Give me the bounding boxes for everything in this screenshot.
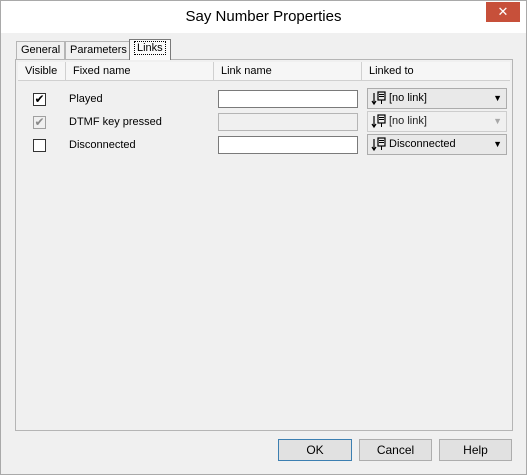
link-name-input[interactable] <box>218 90 358 108</box>
fixed-name-label: DTMF key pressed <box>69 116 162 128</box>
tab-links-label: Links <box>134 41 166 55</box>
close-icon: ✕ <box>497 4 509 19</box>
tab-parameters-label: Parameters <box>70 44 127 56</box>
table-row: ✔ DTMF key pressed [no link] ▼ <box>16 111 510 134</box>
linked-to-value: [no link] <box>389 92 427 104</box>
tab-links[interactable]: Links <box>129 39 171 60</box>
link-target-icon <box>371 91 386 106</box>
link-target-icon <box>371 137 386 152</box>
chevron-down-icon: ▼ <box>493 139 502 149</box>
column-header-visible[interactable]: Visible <box>18 62 66 81</box>
links-panel: Visible Fixed name Link name Linked to ✔… <box>15 59 513 431</box>
help-button[interactable]: Help <box>439 439 512 461</box>
linked-to-dropdown[interactable]: [no link] ▼ <box>367 88 507 109</box>
ok-button[interactable]: OK <box>278 439 352 461</box>
tab-general[interactable]: General <box>16 41 66 59</box>
link-name-input[interactable] <box>218 136 358 154</box>
visible-checkbox[interactable]: ✔ <box>33 116 46 129</box>
fixed-name-label: Played <box>69 93 103 105</box>
linked-to-value: [no link] <box>389 115 427 127</box>
close-button[interactable]: ✕ <box>486 2 520 22</box>
fixed-name-label: Disconnected <box>69 139 136 151</box>
chevron-down-icon: ▼ <box>493 93 502 103</box>
link-name-input[interactable] <box>218 113 358 131</box>
cancel-button[interactable]: Cancel <box>359 439 432 461</box>
linked-to-value: Disconnected <box>389 138 456 150</box>
checkmark-icon: ✔ <box>34 92 45 106</box>
table-row: ✔ Played [no link] ▼ <box>16 88 510 111</box>
checkmark-icon: ✔ <box>34 115 45 129</box>
visible-checkbox[interactable]: ✔ <box>33 93 46 106</box>
column-header-fixed-name[interactable]: Fixed name <box>66 62 214 81</box>
table-row: Disconnected Disconnected ▼ <box>16 134 510 157</box>
dialog-window: Say Number Properties ✕ General Paramete… <box>0 0 527 475</box>
link-target-icon <box>371 114 386 129</box>
title-bar[interactable]: Say Number Properties ✕ <box>1 1 526 33</box>
chevron-down-icon: ▼ <box>493 116 502 126</box>
visible-checkbox[interactable] <box>33 139 46 152</box>
tab-parameters[interactable]: Parameters <box>65 41 132 59</box>
window-title: Say Number Properties <box>185 8 342 25</box>
column-header-linked-to[interactable]: Linked to <box>362 62 510 81</box>
linked-to-dropdown[interactable]: Disconnected ▼ <box>367 134 507 155</box>
column-header-link-name[interactable]: Link name <box>214 62 362 81</box>
tab-general-label: General <box>21 44 61 56</box>
links-table-header: Visible Fixed name Link name Linked to <box>18 62 510 81</box>
linked-to-dropdown[interactable]: [no link] ▼ <box>367 111 507 132</box>
